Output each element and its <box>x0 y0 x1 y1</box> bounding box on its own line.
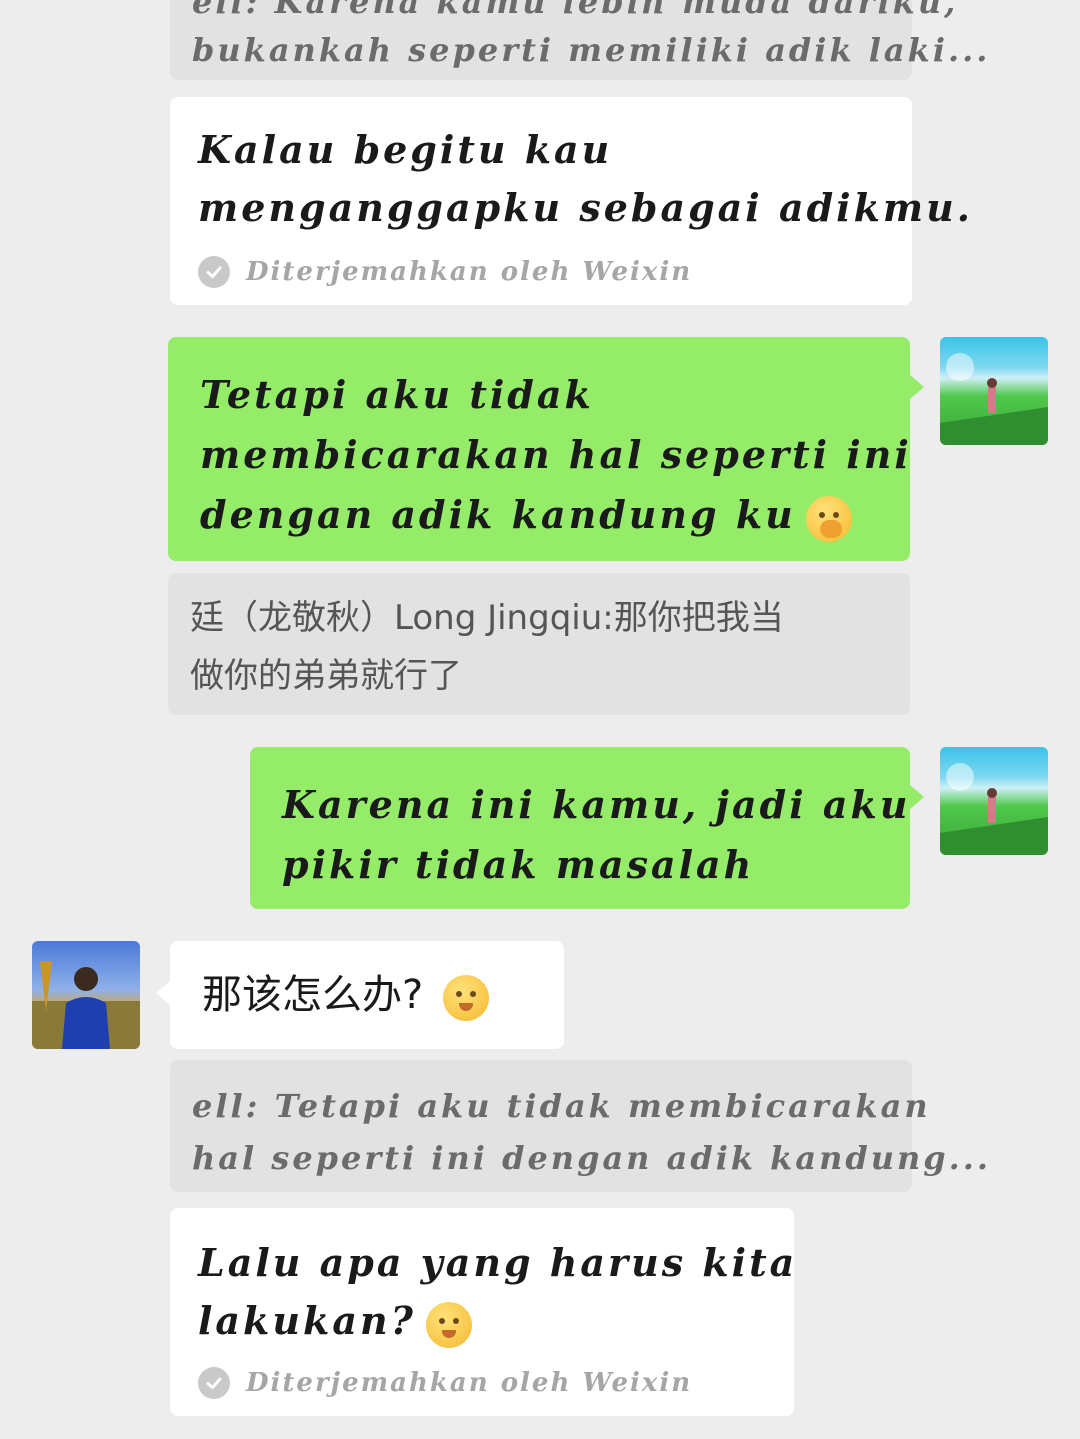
message-line: Tetapi aku tidak <box>200 372 594 417</box>
translation-text: 那你把我当 <box>613 598 784 638</box>
sent-message-bubble[interactable]: Karena ini kamu, jadi aku pikir tidak ma… <box>250 747 924 909</box>
face-with-hand-over-mouth-icon <box>425 1301 472 1348</box>
translated-message-bubble[interactable]: Kalau begitu kau menganggapku sebagai ad… <box>170 97 973 305</box>
sender-name: 廷（龙敬秋）Long Jingqiu: <box>190 598 614 638</box>
quote-line: ell: Karena kamu lebih muda dariku, <box>192 0 959 21</box>
quoted-message[interactable]: ell: Tetapi aku tidak membicarakan hal s… <box>170 1060 992 1192</box>
quote-line: bukankah seperti memiliki adik laki... <box>192 31 991 69</box>
message-line: dengan adik kandung ku <box>200 485 878 545</box>
message-line: Kalau begitu kau <box>198 127 613 172</box>
quote-line: ell: Tetapi aku tidak membicarakan <box>192 1087 931 1125</box>
translation-indicator: Diterjemahkan oleh Weixin <box>198 1354 766 1412</box>
translation-indicator: Diterjemahkan oleh Weixin <box>198 243 884 301</box>
translated-by-label: Diterjemahkan oleh Weixin <box>246 257 693 287</box>
message-line: membicarakan hal seperti ini <box>200 432 912 477</box>
contact-avatar[interactable] <box>32 941 140 1049</box>
face-with-hand-over-mouth-icon <box>443 975 490 1021</box>
translated-message-bubble[interactable]: Lalu apa yang harus kita lakukan? Diterj… <box>170 1208 794 1416</box>
message-line: Karena ini kamu, jadi aku <box>282 782 911 827</box>
message-text: lakukan? <box>198 1298 416 1343</box>
translation-line: 做你的弟弟就行了 <box>190 656 462 696</box>
message-line: pikir tidak masalah <box>282 842 755 887</box>
message-text: 那该怎么办? <box>202 972 424 1018</box>
message-line: menganggapku sebagai adikmu. <box>198 185 973 230</box>
face-with-hand-over-mouth-icon <box>805 495 852 542</box>
translated-by-label: Diterjemahkan oleh Weixin <box>246 1368 693 1398</box>
check-circle-icon <box>198 256 230 288</box>
quote-line: hal seperti ini dengan adik kandung... <box>192 1139 992 1177</box>
check-circle-icon <box>198 1367 230 1399</box>
translation-bubble[interactable]: 廷（龙敬秋）Long Jingqiu:那你把我当 做你的弟弟就行了 <box>168 573 910 715</box>
quoted-message[interactable]: ell: Karena kamu lebih muda dariku, buka… <box>170 0 991 80</box>
my-avatar[interactable] <box>940 747 1048 855</box>
message-line: lakukan? <box>198 1292 766 1350</box>
translation-line: 廷（龙敬秋）Long Jingqiu:那你把我当 <box>190 589 888 647</box>
message-text: dengan adik kandung ku <box>200 492 796 537</box>
sent-message-bubble[interactable]: Tetapi aku tidak membicarakan hal sepert… <box>168 337 924 561</box>
my-avatar[interactable] <box>940 337 1048 445</box>
message-line: Lalu apa yang harus kita <box>198 1240 798 1285</box>
received-message-bubble[interactable]: 那该怎么办? <box>156 941 564 1049</box>
